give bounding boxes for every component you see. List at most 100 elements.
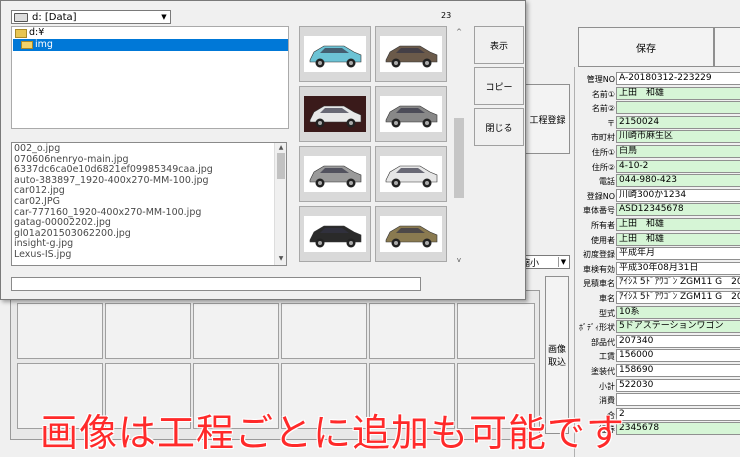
car-icon (304, 216, 366, 252)
field-value[interactable]: 158690 (616, 364, 740, 377)
save-button[interactable]: 保存 (578, 27, 714, 67)
field-value[interactable]: 2345678 (616, 422, 740, 436)
car-icon (380, 36, 442, 72)
field-value[interactable]: 上田 和雄 (616, 86, 740, 100)
scrollbar-thumb[interactable] (277, 153, 285, 179)
field-label: ﾎﾞﾃﾞｨ形状 (579, 323, 615, 333)
grid-cell[interactable] (369, 303, 455, 359)
field-value[interactable]: 156000 (616, 349, 740, 363)
grid-cell[interactable] (457, 303, 535, 359)
field-value[interactable] (616, 393, 740, 407)
grid-cell[interactable] (17, 303, 103, 359)
field-value[interactable]: 2150024 (616, 115, 740, 129)
car-icon (380, 156, 442, 192)
field-value[interactable]: ASD12345678 (616, 203, 740, 217)
car-icon (380, 216, 442, 252)
field-value[interactable]: 10系 (616, 305, 740, 319)
field-label: 名前① (591, 89, 615, 99)
copy-button[interactable]: コピー (474, 67, 524, 105)
process-register-label: 工程登録 (529, 115, 566, 126)
field-value[interactable]: 白鳥 (616, 145, 740, 158)
folder-list[interactable]: d:¥ img (11, 26, 289, 129)
thumbnail-panel (299, 26, 451, 266)
file-list[interactable]: 002_o.jpg 070606nenryo-main.jpg 6337dc6ca0… (11, 142, 287, 266)
thumbnail-scrollbar[interactable]: ^ v (453, 26, 465, 266)
field-label: 車体番号 (583, 206, 615, 216)
chevron-down-icon[interactable]: v (454, 256, 464, 264)
open-folder-icon (21, 41, 33, 49)
field-label: 車検有効 (583, 264, 615, 274)
file-item[interactable]: car02.JPG (14, 196, 274, 208)
close-button[interactable]: 閉じる (474, 108, 524, 146)
field-value[interactable]: 522030 (616, 378, 740, 392)
drive-select[interactable]: d: [Data] ▼ (11, 10, 171, 24)
next-toolbar-button[interactable] (714, 27, 740, 67)
field-value[interactable]: ｱｲｼｽ 5ﾄﾞｱﾜｺﾞﾝ ZGM11 G 20 (616, 276, 740, 290)
image-thumbnail[interactable] (299, 206, 371, 262)
file-rows: 002_o.jpg 070606nenryo-main.jpg 6337dc6ca0… (14, 143, 274, 261)
field-value[interactable]: 上田 和雄 (616, 232, 740, 246)
image-thumbnail[interactable] (299, 26, 371, 82)
folder-item-img[interactable]: img (13, 39, 288, 51)
image-thumbnail[interactable] (299, 146, 371, 202)
field-label: 登録NO (586, 191, 615, 201)
grid-cell[interactable] (281, 303, 367, 359)
field-value[interactable]: A-20180312-223229 (616, 72, 740, 85)
field-label: 車名 (599, 294, 615, 303)
field-value[interactable]: 207340 (616, 334, 740, 348)
drive-icon (14, 13, 28, 22)
image-count: 23 (441, 11, 452, 20)
folder-item-root[interactable]: d:¥ (13, 27, 288, 39)
file-list-scrollbar[interactable]: ▲ ▼ (274, 143, 286, 265)
file-item[interactable]: Lexus-IS.jpg (14, 249, 274, 261)
field-value[interactable]: 平成年月 (616, 247, 740, 261)
scroll-down-icon[interactable]: ▼ (276, 254, 286, 265)
car-icon (304, 156, 366, 192)
grid-cell[interactable] (105, 303, 191, 359)
image-thumbnail[interactable] (299, 86, 371, 142)
field-value[interactable]: 4-10-2 (616, 159, 740, 173)
folder-icon (15, 29, 27, 38)
field-value[interactable]: 2 (616, 407, 740, 421)
path-field[interactable] (11, 277, 421, 291)
grid-cell[interactable] (193, 303, 279, 359)
field-value[interactable]: 5ドアステーションワゴン (616, 320, 740, 334)
field-value[interactable] (616, 101, 740, 115)
field-label: 住所② (591, 162, 615, 172)
process-register-button[interactable]: 工程登録 (525, 84, 570, 154)
field-label: 部品代 (591, 337, 615, 347)
field-label: 名前② (591, 104, 615, 114)
save-label: 保存 (636, 43, 656, 55)
field-value[interactable]: 川崎市麻生区 (616, 130, 740, 144)
show-label: 表示 (489, 41, 508, 52)
field-label: 市町村 (591, 133, 615, 143)
field-value[interactable]: 上田 和雄 (616, 218, 740, 231)
chevron-down-icon: ▼ (558, 257, 568, 267)
overlay-caption: 画像は工程ごとに追加も可能です (40, 411, 626, 455)
folder-label: d:¥ (29, 27, 45, 38)
field-label: 型式 (599, 308, 615, 318)
show-button[interactable]: 表示 (474, 26, 524, 64)
scroll-up-icon[interactable]: ▲ (276, 143, 286, 154)
car-icon (304, 96, 366, 132)
image-import-label: 画像 取込 (547, 345, 566, 368)
scrollbar-thumb[interactable] (454, 118, 464, 198)
image-thumbnail[interactable] (375, 26, 447, 82)
field-label: 使用者 (591, 235, 615, 245)
image-thumbnail[interactable] (375, 86, 447, 142)
field-value[interactable]: 044-980-423 (616, 174, 740, 188)
field-label: 小計 (599, 381, 615, 391)
drive-label: d: [Data] (32, 12, 77, 23)
file-item[interactable]: 002_o.jpg (14, 143, 274, 155)
field-label: 管理NO (586, 75, 615, 84)
image-thumbnail[interactable] (375, 206, 447, 262)
image-thumbnail[interactable] (375, 146, 447, 202)
field-value[interactable]: ｱｲｼｽ 5ﾄﾞｱﾜｺﾞﾝ ZGM11 G 20 (616, 291, 740, 304)
image-select-dialog: d: [Data] ▼ 23 d:¥ img 002_o.jpg 070606ne… (0, 0, 526, 300)
car-icon (304, 36, 366, 72)
chevron-up-icon[interactable]: ^ (454, 28, 464, 36)
copy-label: コピー (485, 82, 513, 93)
field-value[interactable]: 川崎300か1234 (616, 188, 740, 202)
field-value[interactable]: 平成30年08月31日 (616, 261, 740, 275)
field-label: 工賃 (599, 352, 615, 362)
